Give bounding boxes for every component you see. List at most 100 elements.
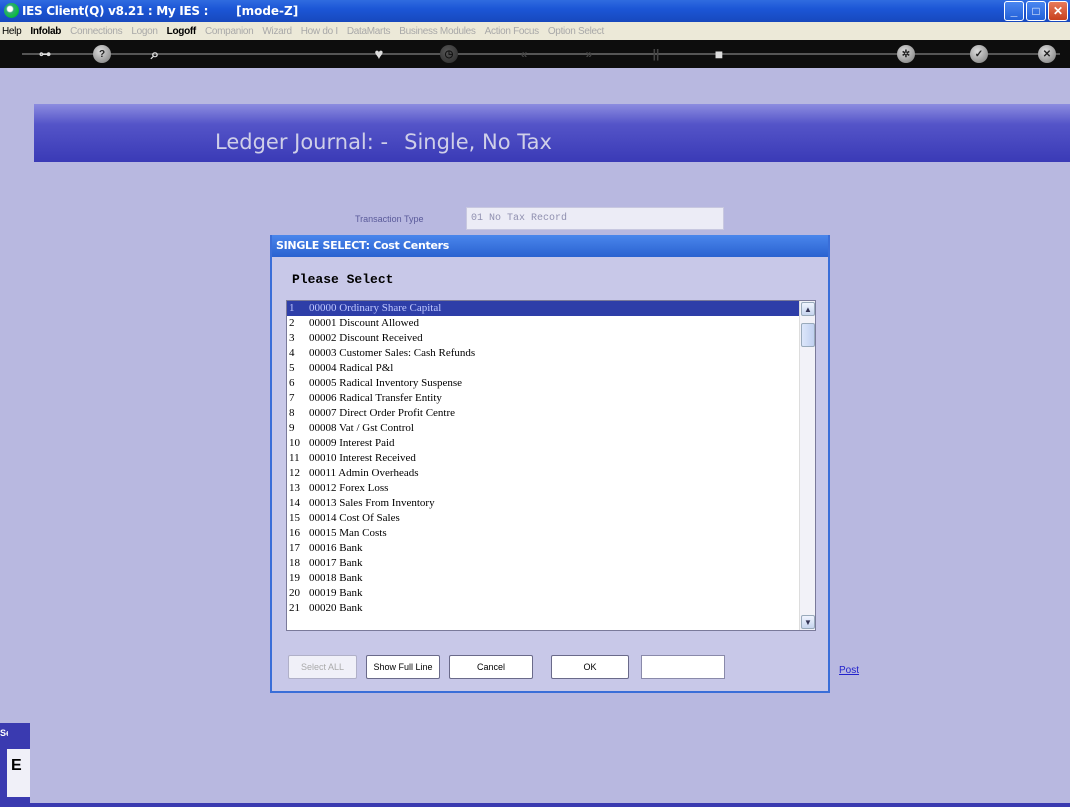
list-item[interactable]: 18 00017 Bank xyxy=(287,556,815,571)
menu-item-companion: Companion xyxy=(204,25,254,37)
side-tab-panel: E xyxy=(7,749,30,797)
list-item-number: 4 xyxy=(289,347,295,359)
scroll-down-icon[interactable]: ▼ xyxy=(801,615,815,629)
list-item-text: 00016 Bank xyxy=(309,542,363,554)
list-item[interactable]: 6 00005 Radical Inventory Suspense xyxy=(287,376,815,391)
menu-item-wizard: Wizard xyxy=(262,25,292,37)
list-item-text: 00009 Interest Paid xyxy=(309,437,395,449)
list-item[interactable]: 3 00002 Discount Received xyxy=(287,331,815,346)
list-item-number: 21 xyxy=(289,602,300,614)
menu-item-option-select: Option Select xyxy=(547,25,604,37)
select-all-button[interactable]: Select ALL xyxy=(288,655,357,679)
list-item-number: 18 xyxy=(289,557,300,569)
page-title: Ledger Journal: - Single, No Tax xyxy=(215,130,552,154)
dialog-title: SINGLE SELECT: Cost Centers xyxy=(272,235,828,257)
list-item[interactable]: 16 00015 Man Costs xyxy=(287,526,815,541)
menu-bar: Help Infolab Connections Logon Logoff Compani… xyxy=(0,22,1070,40)
list-item[interactable]: 7 00006 Radical Transfer Entity xyxy=(287,391,815,406)
scroll-thumb[interactable] xyxy=(801,323,815,347)
list-item[interactable]: 9 00008 Vat / Gst Control xyxy=(287,421,815,436)
list-item-text: 00001 Discount Allowed xyxy=(309,317,419,329)
list-item[interactable]: 10 00009 Interest Paid xyxy=(287,436,815,451)
menu-item-action-focus: Action Focus xyxy=(484,25,540,37)
heart-icon[interactable]: ♥ xyxy=(370,45,388,63)
rewind-icon[interactable]: « xyxy=(515,45,533,63)
page-banner: Ledger Journal: - Single, No Tax xyxy=(34,104,1070,162)
list-item-text: 00012 Forex Loss xyxy=(309,482,389,494)
cost-center-list[interactable]: 1 00000 Ordinary Share Capital 2 00001 Disc… xyxy=(286,300,816,631)
dialog-button-row: Select ALL Show Full Line Cancel OK xyxy=(288,655,725,679)
list-item[interactable]: 4 00003 Customer Sales: Cash Refunds xyxy=(287,346,815,361)
help-icon[interactable]: ? xyxy=(93,45,111,63)
list-item[interactable]: 11 00010 Interest Received xyxy=(287,451,815,466)
clock-icon[interactable]: ◷ xyxy=(440,45,458,63)
list-item-number: 11 xyxy=(289,452,300,464)
close-icon[interactable]: ✕ xyxy=(1038,45,1056,63)
search-input[interactable] xyxy=(641,655,725,679)
list-item[interactable]: 14 00013 Sales From Inventory xyxy=(287,496,815,511)
toolbar: ⊶ ? ⌕ ♥ ◷ « » || ■ ✲ ✓ ✕ xyxy=(0,40,1070,68)
page-heading: Ledger Journal: - xyxy=(215,130,389,154)
list-item-number: 20 xyxy=(289,587,300,599)
list-item-text: 00017 Bank xyxy=(309,557,363,569)
search-icon[interactable]: ⌕ xyxy=(146,45,164,63)
cancel-button[interactable]: Cancel xyxy=(449,655,533,679)
pause-icon[interactable]: || xyxy=(647,45,665,63)
list-item-text: 00007 Direct Order Profit Centre xyxy=(309,407,456,419)
list-item[interactable]: 19 00018 Bank xyxy=(287,571,815,586)
menu-item-logon: Logon xyxy=(131,25,158,37)
list-item[interactable]: 17 00016 Bank xyxy=(287,541,815,556)
list-item[interactable]: 20 00019 Bank xyxy=(287,586,815,601)
transaction-type-field[interactable]: 01 No Tax Record xyxy=(466,207,724,230)
list-item[interactable]: 5 00004 Radical P&l xyxy=(287,361,815,376)
list-item-number: 2 xyxy=(289,317,295,329)
dialog-prompt: Please Select xyxy=(292,272,394,287)
window-mode: [mode-Z] xyxy=(236,4,299,18)
side-tab[interactable]: Se E xyxy=(0,723,30,803)
list-item-number: 13 xyxy=(289,482,300,494)
menu-item-help[interactable]: Help xyxy=(2,26,22,37)
maximize-button[interactable]: □ xyxy=(1026,1,1046,21)
menu-item-business-modules: Business Modules xyxy=(399,25,476,37)
app-icon xyxy=(4,3,19,18)
scroll-up-icon[interactable]: ▲ xyxy=(801,302,815,316)
show-full-line-button[interactable]: Show Full Line xyxy=(366,655,440,679)
menu-item-datamarts: DataMarts xyxy=(346,25,391,37)
list-item-text: 00010 Interest Received xyxy=(309,452,416,464)
close-button[interactable]: ✕ xyxy=(1048,1,1068,21)
list-item[interactable]: 12 00011 Admin Overheads xyxy=(287,466,815,481)
key-icon[interactable]: ⊶ xyxy=(30,45,60,63)
page-subheading: Single, No Tax xyxy=(404,130,552,154)
window-titlebar: IES Client(Q) v8.21 : My IES : [mode-Z] … xyxy=(0,0,1070,22)
menu-item-logoff[interactable]: Logoff xyxy=(167,26,197,37)
bottom-border xyxy=(0,803,1070,807)
list-item[interactable]: 2 00001 Discount Allowed xyxy=(287,316,815,331)
list-item[interactable]: 8 00007 Direct Order Profit Centre xyxy=(287,406,815,421)
list-item[interactable]: 1 00000 Ordinary Share Capital xyxy=(287,301,815,316)
list-item-number: 8 xyxy=(289,407,295,419)
list-item-text: 00006 Radical Transfer Entity xyxy=(309,392,442,404)
list-item-text: 00002 Discount Received xyxy=(309,332,423,344)
list-item[interactable]: 15 00014 Cost Of Sales xyxy=(287,511,815,526)
menu-item-connections: Connections xyxy=(70,25,123,37)
list-scrollbar[interactable]: ▲ ▼ xyxy=(799,301,815,630)
list-item-text: 00004 Radical P&l xyxy=(309,362,394,374)
list-item-text: 00011 Admin Overheads xyxy=(309,467,419,479)
list-item-number: 7 xyxy=(289,392,295,404)
menu-item-infolab[interactable]: Infolab xyxy=(30,26,61,37)
list-item[interactable]: 21 00020 Bank xyxy=(287,601,815,616)
ok-button[interactable]: OK xyxy=(551,655,629,679)
post-link[interactable]: Post xyxy=(839,665,859,676)
ok-icon[interactable]: ✓ xyxy=(970,45,988,63)
stop-icon[interactable]: ■ xyxy=(710,45,728,63)
minimize-button[interactable]: _ xyxy=(1004,1,1024,21)
list-item-number: 12 xyxy=(289,467,300,479)
list-item[interactable]: 13 00012 Forex Loss xyxy=(287,481,815,496)
list-item-number: 5 xyxy=(289,362,295,374)
list-item-text: 00008 Vat / Gst Control xyxy=(309,422,414,434)
menu-item-how-do-i: How do I xyxy=(300,25,338,37)
list-item-text: 00015 Man Costs xyxy=(309,527,387,539)
fast-forward-icon[interactable]: » xyxy=(580,45,598,63)
settings-icon[interactable]: ✲ xyxy=(897,45,915,63)
list-item-number: 14 xyxy=(289,497,300,509)
